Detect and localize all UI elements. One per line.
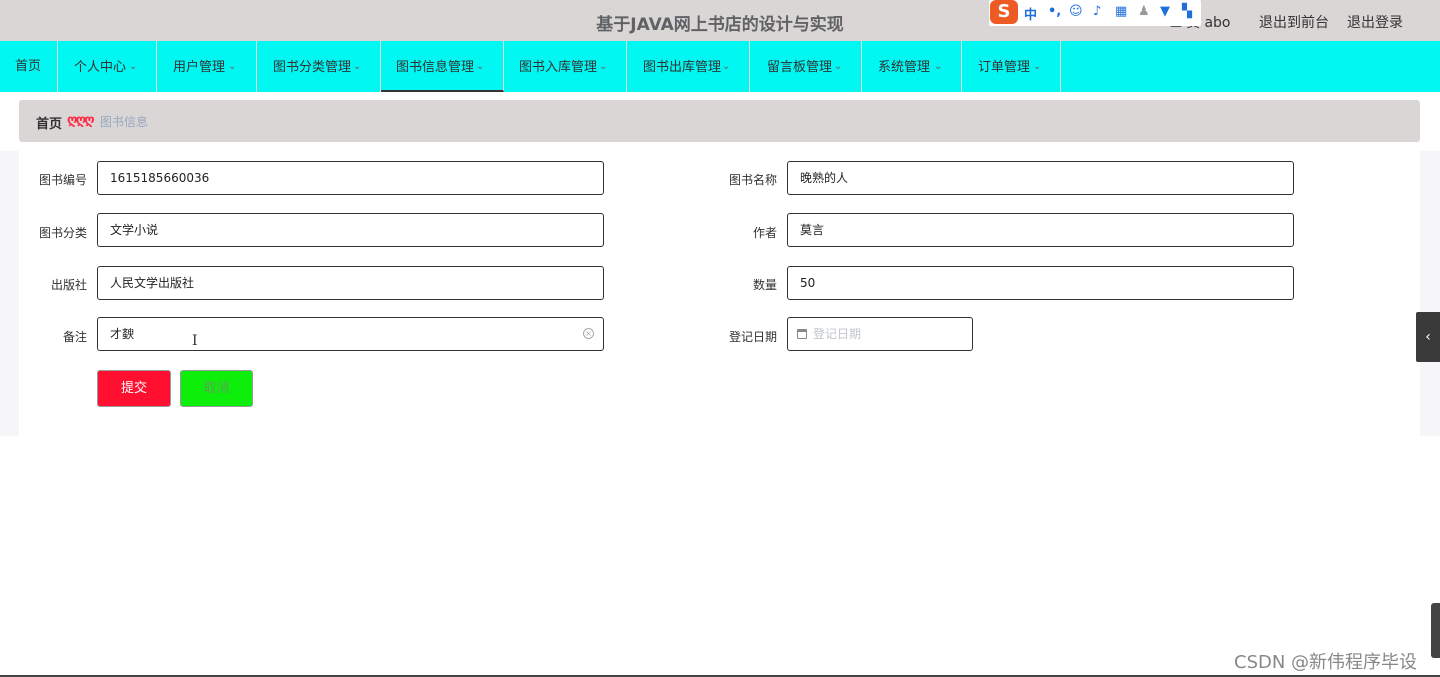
microphone-icon[interactable]: ♪ [1093,4,1101,19]
ime-toolbar: S 中 •, ☺ ♪ ▦ ♟ ▼ ▚ [989,0,1201,26]
remark-input[interactable]: 才斔 I × [97,317,604,351]
quantity-label: 数量 [752,278,777,292]
chevron-down-icon: ⌄ [722,61,731,72]
nav-label: 图书信息管理 [396,60,475,75]
toolbox-icon[interactable]: ▚ [1182,4,1192,19]
reg-date-label: 登记日期 [728,330,777,344]
publisher-input[interactable]: 人民文学出版社 [97,266,604,300]
nav-book-info-management[interactable]: 图书信息管理 ⌄ [381,41,504,92]
reg-date-placeholder: 登记日期 [813,327,862,341]
emoji-icon[interactable]: ☺ [1069,4,1083,19]
exit-to-front-link[interactable]: 退出到前台 [1259,12,1329,32]
nav-label: 图书分类管理 [273,60,352,75]
page-background-right [1420,151,1440,436]
chevron-left-icon: ‹ [1425,329,1431,345]
book-form: 图书编号 1615185660036 图书名称 晚熟的人 图书分类 文学小说 作… [19,151,1420,436]
cancel-button[interactable]: 取消 [180,370,253,407]
nav-label: 图书出库管理 [643,60,722,75]
top-header: 基于JAVA网上书店的设计与实现 员 abo 退出到前台 退出登录 [0,0,1440,41]
skin-icon[interactable]: ▼ [1160,4,1170,19]
publisher-label: 出版社 [50,278,87,292]
page-background-left [0,151,19,436]
breadcrumb: 首页 ღღღ 图书信息 [19,100,1420,142]
remark-value: 才斔 [110,327,135,341]
watermark: CSDN @新伟程序毕设 [1234,652,1418,673]
book-name-input[interactable]: 晚熟的人 [787,161,1294,195]
nav-message-board-management[interactable]: 留言板管理 ⌄ [750,41,862,92]
book-no-label: 图书编号 [38,173,87,187]
breadcrumb-home[interactable]: 首页 [36,113,62,132]
book-no-input[interactable]: 1615185660036 [97,161,604,195]
chevron-down-icon: ⌄ [599,61,608,72]
author-input[interactable]: 莫言 [787,213,1294,247]
nav-label: 订单管理 [978,60,1031,75]
user-center-icon[interactable]: ♟ [1138,4,1150,19]
nav-label: 首页 [15,59,42,74]
chevron-down-icon: ⌄ [129,61,138,72]
chevron-down-icon: ⌄ [228,61,237,72]
nav-label: 留言板管理 [767,60,833,75]
sogou-logo-icon[interactable]: S [990,0,1018,24]
nav-personal-center[interactable]: 个人中心 ⌄ [58,41,157,92]
category-label: 图书分类 [38,226,87,240]
clear-icon[interactable]: × [583,328,594,339]
logout-link[interactable]: 退出登录 [1347,12,1403,32]
nav-label: 图书入库管理 [519,60,598,75]
nav-stock-in-management[interactable]: 图书入库管理 ⌄ [504,41,627,92]
nav-home[interactable]: 首页 [0,41,58,92]
quantity-input[interactable]: 50 [787,266,1294,300]
category-input[interactable]: 文学小说 [97,213,604,247]
nav-stock-out-management[interactable]: 图书出库管理 ⌄ [627,41,750,92]
side-panel-toggle[interactable]: ‹ [1416,312,1440,362]
chevron-down-icon: ⌄ [934,61,943,72]
reg-date-picker[interactable]: 登记日期 [787,317,973,351]
nav-order-management[interactable]: 订单管理 ⌄ [962,41,1061,92]
nav-label: 系统管理 [878,60,931,75]
breadcrumb-current: 图书信息 [100,115,149,129]
nav-category-management[interactable]: 图书分类管理 ⌄ [257,41,381,92]
author-label: 作者 [752,226,777,240]
nav-label: 个人中心 [74,60,127,75]
text-cursor-icon: I [192,333,198,349]
book-name-label: 图书名称 [728,173,777,187]
chevron-down-icon: ⌄ [834,61,843,72]
nav-user-management[interactable]: 用户管理 ⌄ [157,41,257,92]
keyboard-icon[interactable]: ▦ [1115,4,1127,19]
edge-widget[interactable] [1431,603,1440,658]
calendar-icon [797,329,807,339]
remark-label: 备注 [62,330,87,344]
breadcrumb-separator: ღღღ [67,113,95,128]
nav-label: 用户管理 [173,60,226,75]
ime-punctuation-toggle[interactable]: •, [1048,4,1061,19]
chevron-down-icon: ⌄ [476,61,485,72]
chevron-down-icon: ⌄ [353,61,362,72]
main-nav: 首页 个人中心 ⌄ 用户管理 ⌄ 图书分类管理 ⌄ 图书信息管理 ⌄ 图书入库管… [0,41,1440,92]
submit-button[interactable]: 提交 [97,370,171,407]
nav-system-management[interactable]: 系统管理 ⌄ [862,41,962,92]
chevron-down-icon: ⌄ [1033,61,1042,72]
ime-language-toggle[interactable]: 中 [1024,4,1037,23]
